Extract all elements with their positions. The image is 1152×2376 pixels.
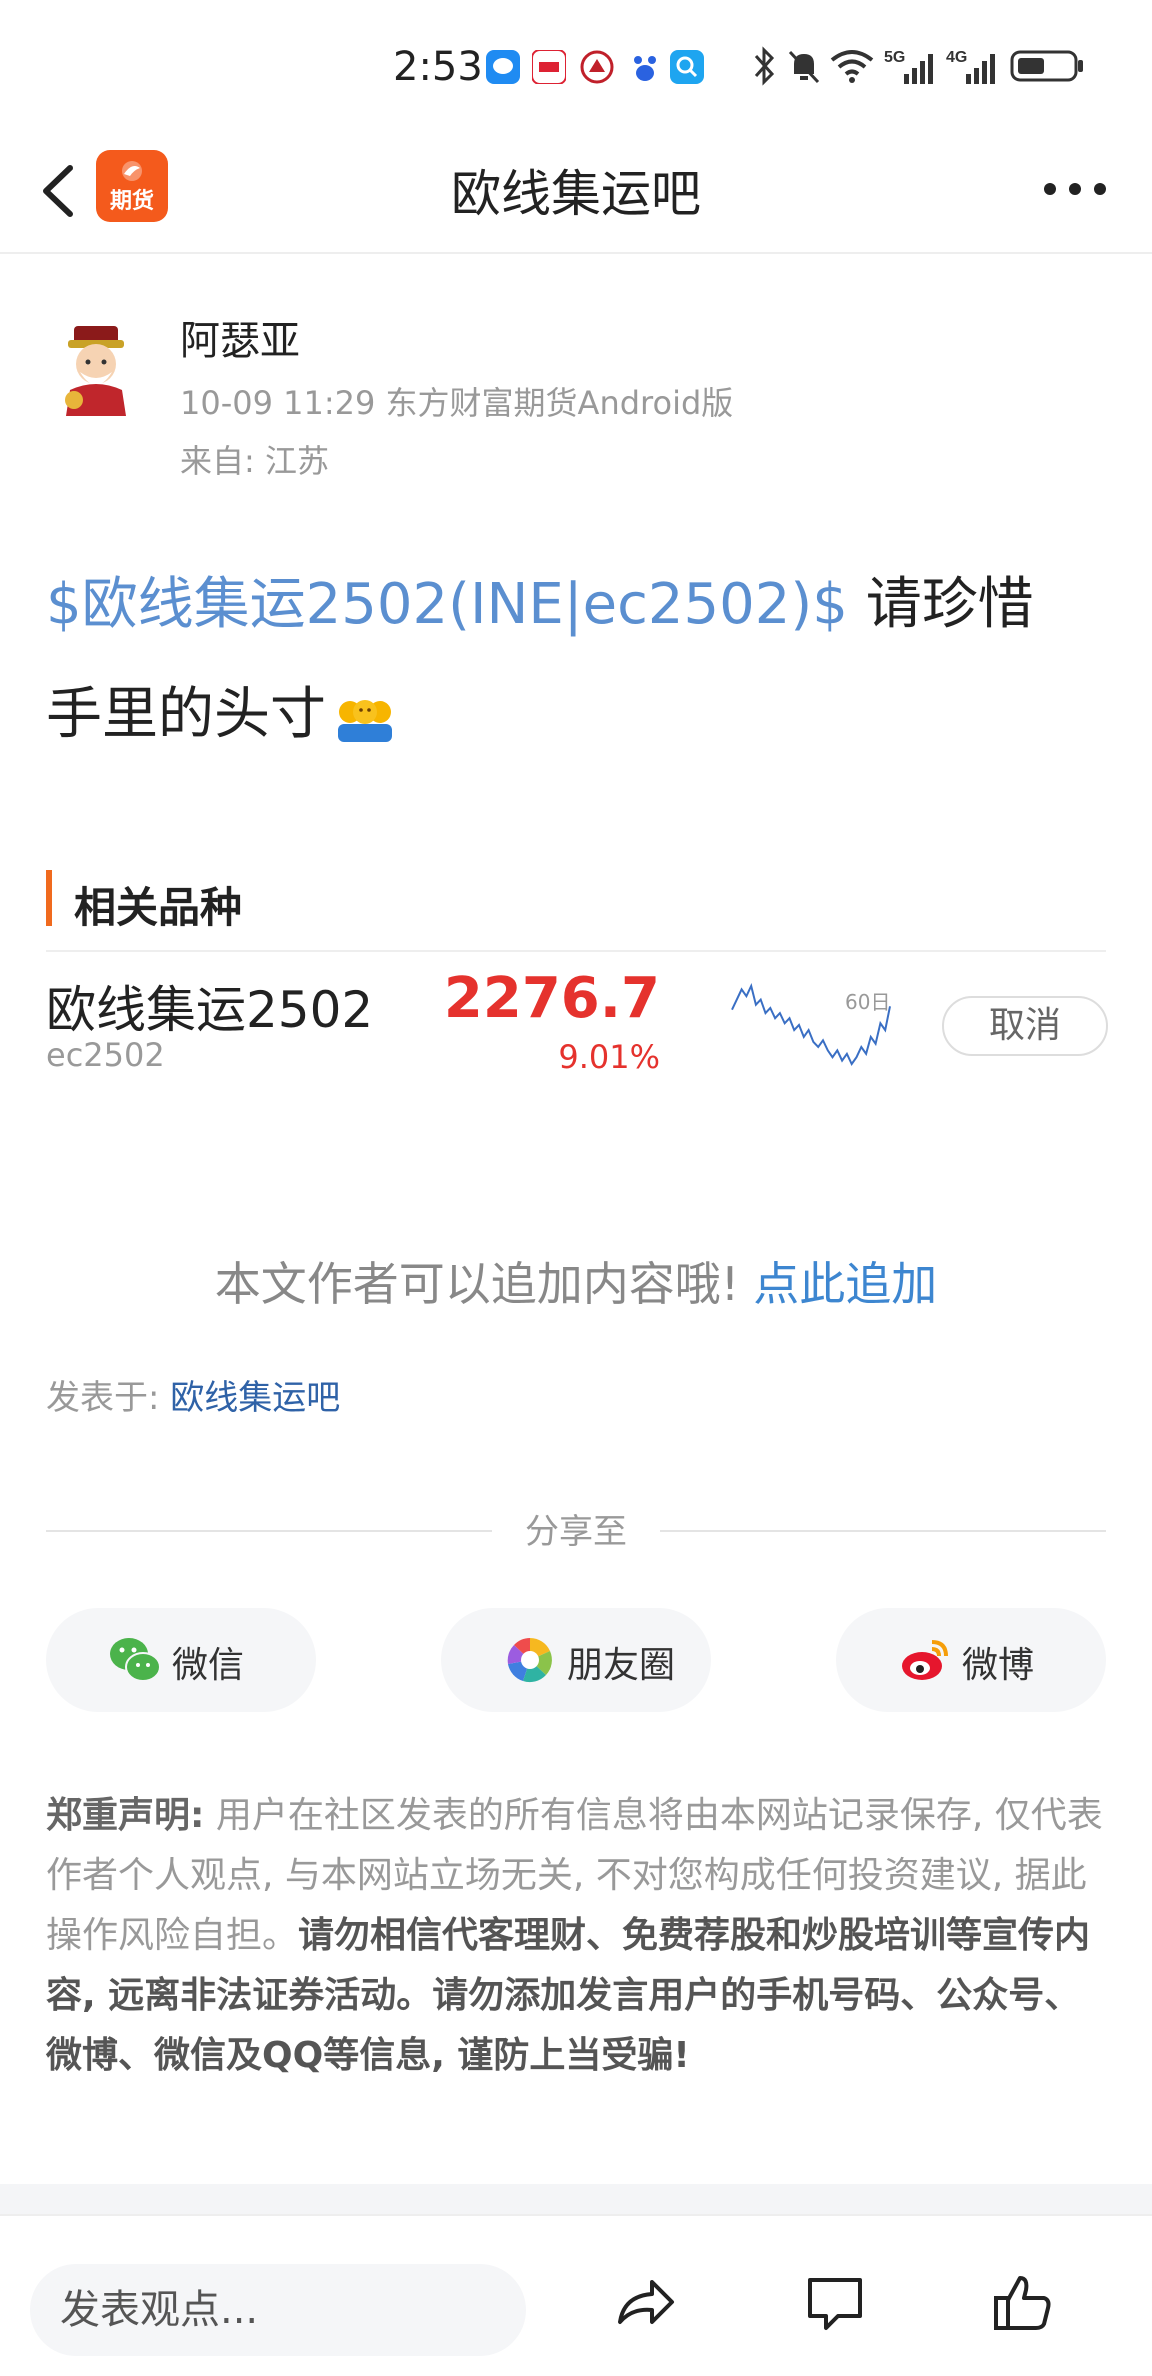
svg-text:5G: 5G xyxy=(884,49,905,66)
share-weibo-button[interactable]: 微博 xyxy=(836,1608,1106,1712)
more-options-icon[interactable] xyxy=(1040,174,1110,204)
group-emoji-icon xyxy=(338,699,392,742)
comment-input[interactable]: 发表观点... xyxy=(30,2264,526,2356)
share-weibo-label: 微博 xyxy=(962,1645,1035,1686)
author-name[interactable]: 阿瑟亚 xyxy=(180,308,300,366)
disclaimer-title: 郑重声明: xyxy=(46,1795,205,1836)
section-divider xyxy=(46,950,1106,952)
disclaimer: 郑重声明: 用户在社区发表的所有信息将由本网站记录保存, 仅代表作者个人观点, … xyxy=(46,1786,1108,2086)
app-icon xyxy=(532,50,566,84)
weibo-icon xyxy=(902,1640,948,1680)
search-app-icon xyxy=(670,50,704,84)
page-title: 欧线集运吧 xyxy=(451,165,701,223)
append-hint: 本文作者可以追加内容哦! xyxy=(214,1257,740,1311)
append-link[interactable]: 点此追加 xyxy=(753,1257,937,1311)
battery-icon xyxy=(1010,50,1083,82)
share-divider-left xyxy=(46,1530,492,1532)
chat-bubble-icon xyxy=(486,50,520,84)
comment-icon[interactable] xyxy=(802,2270,868,2336)
nav-bar: 期货 欧线集运吧 xyxy=(0,130,1152,254)
share-arrow-icon[interactable] xyxy=(612,2270,678,2336)
status-bar: 2:53 5G 4G xyxy=(0,0,1152,130)
wechat-icon xyxy=(110,1638,161,1682)
section-separator xyxy=(0,2184,1152,2214)
bank-icon xyxy=(580,50,614,84)
4g-signal-icon: 4G xyxy=(946,49,995,84)
share-wechat-button[interactable]: 微信 xyxy=(46,1608,316,1712)
post-location: 来自: 江苏 xyxy=(180,442,329,480)
baidu-icon xyxy=(634,56,656,81)
wifi-icon xyxy=(830,50,874,83)
share-moments-label: 朋友圈 xyxy=(567,1645,676,1686)
quote-price: 2276.7 xyxy=(443,966,660,1031)
cancel-watch-button[interactable]: 取消 xyxy=(942,996,1108,1056)
posted-in: 发表于: 欧线集运吧 xyxy=(46,1370,340,1419)
append-content-row: 本文作者可以追加内容哦! 点此追加 xyxy=(0,1248,1152,1314)
5g-signal-icon: 5G xyxy=(884,49,933,84)
quote-name[interactable]: 欧线集运2502 xyxy=(46,970,373,1042)
share-divider-right xyxy=(660,1530,1106,1532)
share-moments-button[interactable]: 朋友圈 xyxy=(441,1608,711,1712)
post-meta: 10-09 11:29 东方财富期货Android版 xyxy=(180,384,734,422)
author-avatar[interactable] xyxy=(46,320,146,420)
bottom-action-bar: 发表观点... xyxy=(0,2214,1152,2376)
section-title: 相关品种 xyxy=(74,883,243,932)
quote-change: 9.01% xyxy=(558,1038,660,1076)
post-text-line1: 请珍惜 xyxy=(847,572,1034,637)
posted-in-bar-link[interactable]: 欧线集运吧 xyxy=(170,1378,340,1418)
stock-link[interactable]: $欧线集运2502(INE|ec2502)$ xyxy=(46,572,848,637)
posted-in-label: 发表于: xyxy=(46,1378,171,1418)
section-accent-bar xyxy=(46,870,52,926)
status-time: 2:53 xyxy=(393,44,483,90)
like-thumb-icon[interactable] xyxy=(990,2270,1056,2336)
svg-text:4G: 4G xyxy=(946,49,967,66)
mute-icon xyxy=(788,50,820,84)
post-text-line2: 手里的头寸 xyxy=(46,682,326,747)
sparkline-label: 60日 xyxy=(845,990,891,1014)
bluetooth-icon xyxy=(754,46,775,86)
share-label: 分享至 xyxy=(525,1512,627,1552)
share-wechat-label: 微信 xyxy=(172,1645,245,1686)
moments-icon xyxy=(507,1638,552,1683)
quote-code: ec2502 xyxy=(46,1036,165,1074)
post-body: $欧线集运2502(INE|ec2502)$ 请珍惜 手里的头寸 xyxy=(46,550,1106,770)
